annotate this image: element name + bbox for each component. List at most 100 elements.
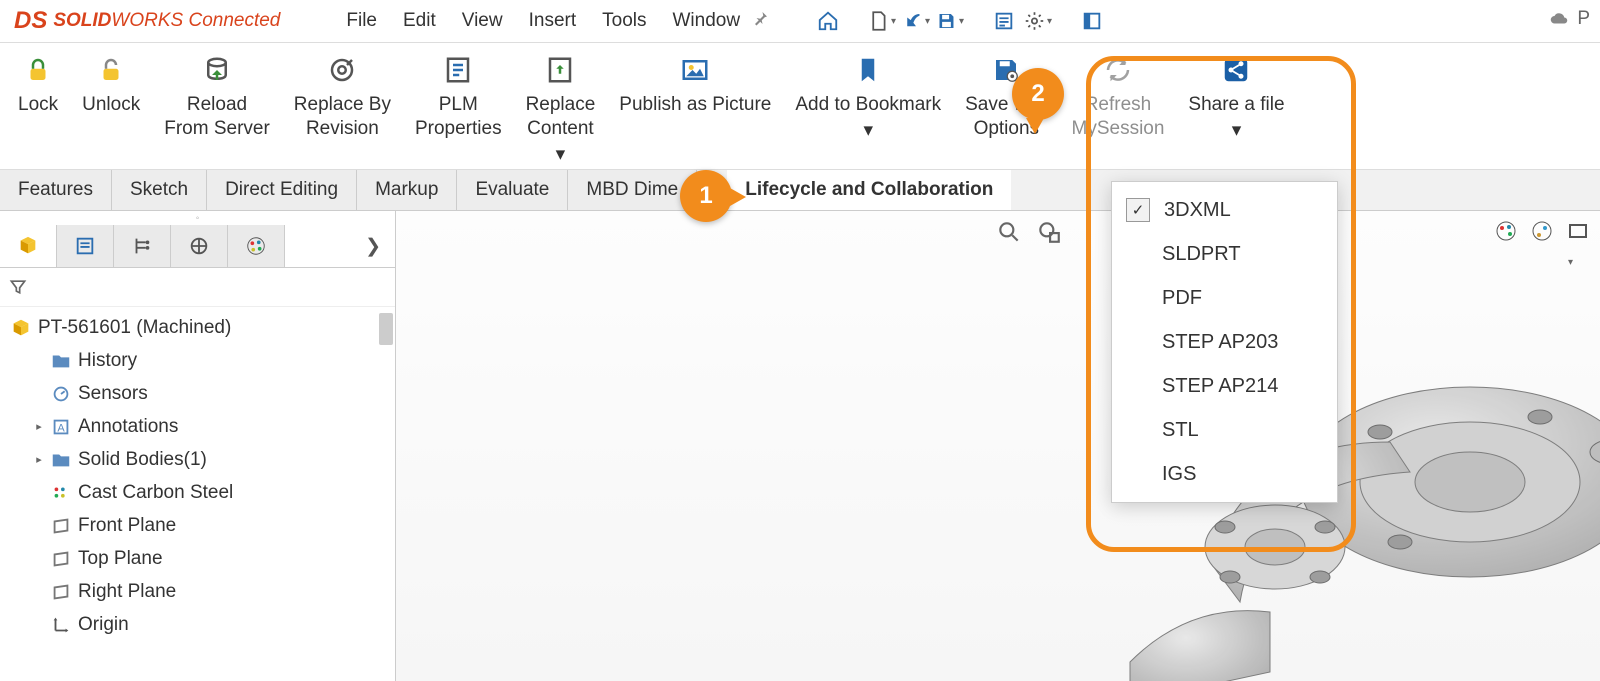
heads-up-view-toolbar xyxy=(996,219,1062,245)
workspace: ◦ ❯ PT-561601 (Machined) History Sensors… xyxy=(0,211,1600,681)
feature-manager-panel: ◦ ❯ PT-561601 (Machined) History Sensors… xyxy=(0,211,396,681)
svg-text:A: A xyxy=(57,422,65,434)
title-bar: DS SOLIDWORKS Connected File Edit View I… xyxy=(0,0,1600,43)
tree-filter[interactable] xyxy=(0,268,395,307)
share-option-step214[interactable]: STEP AP214 xyxy=(1112,364,1337,408)
lock-icon xyxy=(23,51,53,89)
plm-properties-icon xyxy=(443,51,473,89)
property-manager-tab[interactable] xyxy=(57,225,114,267)
folder-icon xyxy=(50,350,72,372)
plane-icon xyxy=(50,581,72,603)
home-icon[interactable] xyxy=(814,7,842,35)
share-option-step203[interactable]: STEP AP203 xyxy=(1112,320,1337,364)
lock-button[interactable]: Lock xyxy=(6,51,70,117)
expand-panel-icon[interactable]: ❯ xyxy=(285,235,395,258)
refresh-icon xyxy=(1103,51,1133,89)
menu-window[interactable]: Window xyxy=(672,10,740,32)
menu-view[interactable]: View xyxy=(462,10,503,32)
menu-tools[interactable]: Tools xyxy=(602,10,646,32)
reload-icon xyxy=(202,51,232,89)
replace-content-button[interactable]: ReplaceContent▾ xyxy=(514,51,608,166)
tab-markup[interactable]: Markup xyxy=(357,170,457,210)
material-icon xyxy=(50,482,72,504)
tree-root[interactable]: PT-561601 (Machined) xyxy=(0,311,395,344)
replace-revision-button[interactable]: Replace ByRevision xyxy=(282,51,403,141)
unlock-icon xyxy=(96,51,126,89)
publish-picture-button[interactable]: Publish as Picture xyxy=(607,51,783,117)
scene-icon[interactable] xyxy=(1530,219,1554,243)
plane-icon xyxy=(50,515,72,537)
menu-file[interactable]: File xyxy=(346,10,377,32)
tree-item-sensors[interactable]: Sensors xyxy=(0,377,395,410)
tab-sketch[interactable]: Sketch xyxy=(112,170,207,210)
tree-item-material[interactable]: Cast Carbon Steel xyxy=(0,476,395,509)
zoom-area-icon[interactable] xyxy=(1036,219,1062,245)
share-file-dropdown: ✓3DXML SLDPRT PDF STEP AP203 STEP AP214 … xyxy=(1111,181,1338,503)
zoom-fit-icon[interactable] xyxy=(996,219,1022,245)
configuration-tab[interactable] xyxy=(114,225,171,267)
settings-icon[interactable] xyxy=(1024,7,1052,35)
appearance-palette-icon[interactable] xyxy=(1494,219,1518,243)
sensors-icon xyxy=(50,383,72,405)
panel-icon[interactable] xyxy=(1078,7,1106,35)
callout-2: 2 xyxy=(1012,68,1064,120)
pin-icon[interactable] xyxy=(752,9,770,33)
refresh-mysession-button[interactable]: RefreshMySession xyxy=(1060,51,1177,141)
tab-direct-editing[interactable]: Direct Editing xyxy=(207,170,357,210)
tab-evaluate[interactable]: Evaluate xyxy=(457,170,568,210)
share-option-3dxml[interactable]: ✓3DXML xyxy=(1112,188,1337,232)
command-tabs: Features Sketch Direct Editing Markup Ev… xyxy=(0,169,1600,211)
feature-tree: PT-561601 (Machined) History Sensors ▸AA… xyxy=(0,307,395,681)
tab-mbd-dimensions[interactable]: MBD Dime xyxy=(568,170,697,210)
add-bookmark-button[interactable]: Add to Bookmark▾ xyxy=(783,51,953,143)
app-logo: DS SOLIDWORKS Connected xyxy=(8,7,286,35)
share-a-file-button[interactable]: Share a file▾ xyxy=(1176,51,1296,143)
panel-tabs: ❯ xyxy=(0,225,395,268)
feature-tree-tab[interactable] xyxy=(0,225,57,267)
tab-lifecycle-collaboration[interactable]: Lifecycle and Collaboration xyxy=(727,170,1011,210)
properties-icon[interactable] xyxy=(990,7,1018,35)
tab-features[interactable]: Features xyxy=(0,170,112,210)
reload-button[interactable]: ReloadFrom Server xyxy=(152,51,282,141)
replace-content-icon xyxy=(545,51,575,89)
tree-item-history[interactable]: History xyxy=(0,344,395,377)
user-status[interactable]: P xyxy=(1547,8,1590,30)
folder-icon xyxy=(50,449,72,471)
view-display-icons xyxy=(1494,219,1590,243)
tree-scrollbar[interactable] xyxy=(379,313,393,345)
filter-icon xyxy=(8,277,28,297)
checked-icon: ✓ xyxy=(1126,198,1150,222)
tree-item-right-plane[interactable]: Right Plane xyxy=(0,575,395,608)
share-option-igs[interactable]: IGS xyxy=(1112,452,1337,496)
tree-item-top-plane[interactable]: Top Plane xyxy=(0,542,395,575)
quick-access-toolbar xyxy=(814,7,1106,35)
menu-edit[interactable]: Edit xyxy=(403,10,436,32)
save-icon[interactable] xyxy=(936,7,964,35)
share-option-pdf[interactable]: PDF xyxy=(1112,276,1337,320)
share-option-stl[interactable]: STL xyxy=(1112,408,1337,452)
menu-insert[interactable]: Insert xyxy=(529,10,577,32)
open-icon[interactable] xyxy=(902,7,930,35)
replace-revision-icon xyxy=(327,51,357,89)
tree-item-solid-bodies[interactable]: ▸Solid Bodies(1) xyxy=(0,443,395,476)
tree-item-annotations[interactable]: ▸AAnnotations xyxy=(0,410,395,443)
appearance-tab[interactable] xyxy=(228,225,285,267)
panel-handle-icon[interactable]: ◦ xyxy=(0,211,395,225)
share-option-sldprt[interactable]: SLDPRT xyxy=(1112,232,1337,276)
plm-properties-button[interactable]: PLMProperties xyxy=(403,51,514,141)
graphics-area[interactable]: ✓3DXML SLDPRT PDF STEP AP203 STEP AP214 … xyxy=(396,211,1600,681)
origin-icon xyxy=(50,614,72,636)
share-icon xyxy=(1221,51,1251,89)
unlock-button[interactable]: Unlock xyxy=(70,51,152,117)
main-menu: File Edit View Insert Tools Window xyxy=(346,10,740,32)
bookmark-icon xyxy=(853,51,883,89)
display-style-icon[interactable] xyxy=(1566,219,1590,243)
dim-expert-tab[interactable] xyxy=(171,225,228,267)
new-file-icon[interactable] xyxy=(868,7,896,35)
tree-item-front-plane[interactable]: Front Plane xyxy=(0,509,395,542)
part-icon xyxy=(10,317,32,339)
callout-1: 1 xyxy=(680,170,732,222)
app-name: SOLIDWORKS Connected xyxy=(53,10,280,32)
plane-icon xyxy=(50,548,72,570)
tree-item-origin[interactable]: Origin xyxy=(0,608,395,641)
